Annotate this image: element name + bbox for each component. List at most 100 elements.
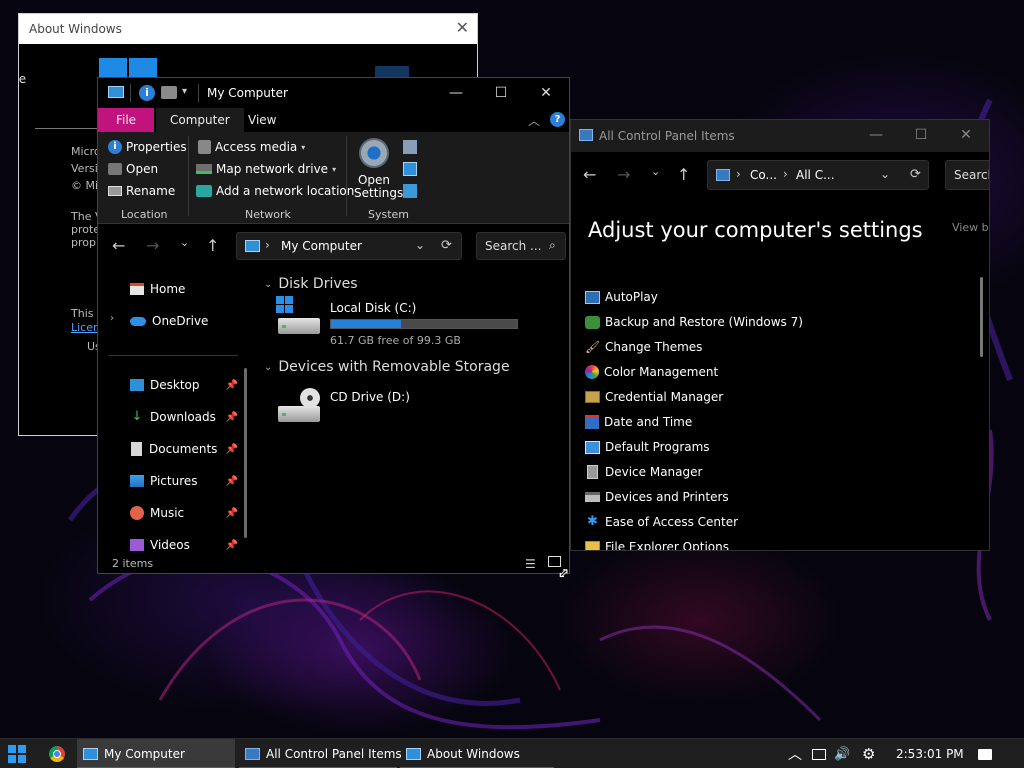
taskbar-control-panel[interactable]: All Control Panel Items	[239, 739, 402, 768]
tab-file[interactable]: File	[98, 108, 154, 132]
refresh-icon[interactable]: ⟳	[910, 167, 921, 182]
show-hidden-icons-button[interactable]: ︿	[788, 739, 802, 768]
cp-maximize-button[interactable]: ☐	[898, 120, 944, 150]
properties-button[interactable]: i Properties	[108, 140, 187, 154]
new-folder-icon[interactable]	[161, 86, 177, 99]
mc-minimize-button[interactable]: —	[433, 78, 479, 108]
pin-icon[interactable]: 📌	[226, 540, 238, 551]
open-button[interactable]: Open	[108, 162, 158, 176]
recent-locations-chevron-icon[interactable]: ⌄	[180, 236, 189, 249]
taskbar-about-windows[interactable]: About Windows	[400, 739, 554, 768]
rename-button[interactable]: Rename	[108, 184, 175, 198]
cp-item-devices-printers[interactable]: Devices and Printers	[585, 490, 729, 504]
cp-item-label: Backup and Restore (Windows 7)	[605, 315, 803, 329]
volume-tray-button[interactable]: 🔊	[834, 739, 850, 768]
taskbar-my-computer[interactable]: My Computer	[77, 739, 235, 768]
details-view-icon[interactable]: ☰	[525, 557, 536, 571]
sidebar-item-label: Home	[150, 282, 186, 296]
forward-arrow-icon[interactable]: →	[617, 165, 630, 184]
my-computer-window[interactable]: i ▾ My Computer — ☐ ✕ File Computer View…	[97, 77, 570, 574]
cp-titlebar[interactable]: All Control Panel Items — ☐ ✕	[571, 120, 989, 152]
mc-search-box[interactable]: Search ... ⌕	[476, 232, 566, 260]
pin-icon[interactable]: 📌	[226, 412, 238, 423]
cp-minimize-button[interactable]: —	[853, 120, 899, 150]
tab-view[interactable]: View	[234, 108, 290, 132]
add-network-location-button[interactable]: Add a network location	[196, 184, 354, 198]
chevron-down-icon[interactable]: ⌄	[880, 167, 890, 181]
manage-computer-icon[interactable]	[403, 184, 417, 198]
cp-item-file-explorer-options[interactable]: File Explorer Options	[585, 540, 729, 550]
mc-address-bar[interactable]: › My Computer ⌄ ⟳	[236, 232, 462, 260]
back-arrow-icon[interactable]: ←	[583, 165, 596, 184]
section-removable-storage[interactable]: ⌄ Devices with Removable Storage	[264, 359, 510, 375]
ribbon-collapse-chevron-icon[interactable]: ︿	[528, 112, 540, 129]
cp-scrollbar[interactable]	[980, 277, 983, 357]
properties-info-icon[interactable]: i	[139, 85, 155, 101]
cp-address-bar[interactable]: › Co... › All C... ⌄ ⟳	[707, 160, 929, 190]
notifications-button[interactable]	[978, 739, 992, 768]
tab-computer[interactable]: Computer	[156, 108, 244, 132]
clock[interactable]: 2:53:01 PM	[896, 739, 964, 768]
sidebar-item-home[interactable]: Home	[130, 282, 238, 296]
cp-item-themes[interactable]: 🖌 Change Themes	[585, 340, 702, 354]
sidebar-item-videos[interactable]: Videos 📌	[130, 538, 238, 552]
cp-item-color-management[interactable]: Color Management	[585, 365, 718, 379]
cp-search-box[interactable]: Search	[945, 160, 989, 190]
pin-icon[interactable]: 📌	[226, 476, 238, 487]
mc-sidebar: Home › OneDrive Desktop 📌 ↓ Downloads 📌 …	[98, 268, 248, 554]
access-media-button[interactable]: Access media ▾	[198, 140, 305, 154]
quick-access-dropdown-icon[interactable]: ▾	[182, 86, 187, 97]
map-network-drive-button[interactable]: Map network drive ▾	[196, 162, 336, 176]
programs-features-icon[interactable]	[403, 162, 417, 176]
back-arrow-icon[interactable]: ←	[112, 236, 125, 255]
breadcrumb-all-items[interactable]: All C...	[796, 168, 835, 182]
sidebar-item-music[interactable]: Music 📌	[130, 506, 238, 520]
large-icons-view-icon[interactable]	[548, 556, 561, 567]
mc-close-button[interactable]: ✕	[523, 78, 569, 108]
expand-chevron-icon[interactable]: ›	[110, 313, 114, 324]
open-settings-button[interactable]: Open Settings	[354, 136, 403, 204]
sidebar-scrollbar[interactable]	[244, 368, 247, 538]
refresh-icon[interactable]: ⟳	[441, 238, 452, 253]
system-properties-icon[interactable]	[403, 140, 417, 154]
cp-item-ease-of-access[interactable]: ✱ Ease of Access Center	[585, 514, 738, 530]
cp-item-backup[interactable]: Backup and Restore (Windows 7)	[585, 315, 803, 329]
start-button[interactable]	[8, 745, 26, 763]
chrome-icon[interactable]	[49, 746, 65, 762]
chevron-down-icon[interactable]: ⌄	[415, 238, 425, 252]
sidebar-item-downloads[interactable]: ↓ Downloads 📌	[130, 410, 238, 425]
forward-arrow-icon[interactable]: →	[146, 236, 159, 255]
sidebar-item-pictures[interactable]: Pictures 📌	[130, 474, 238, 488]
drive-local-disk-c[interactable]: Local Disk (C:) 61.7 GB free of 99.3 GB	[268, 296, 536, 348]
cp-item-credential-manager[interactable]: Credential Manager	[585, 390, 723, 404]
network-tray-button[interactable]	[812, 739, 826, 768]
cp-item-device-manager[interactable]: Device Manager	[585, 465, 702, 479]
mc-maximize-button[interactable]: ☐	[478, 78, 524, 108]
up-arrow-icon[interactable]: ↑	[677, 165, 690, 184]
cp-view-by[interactable]: View b	[952, 221, 989, 234]
section-disk-drives[interactable]: ⌄ Disk Drives	[264, 276, 358, 292]
cp-item-date-time[interactable]: Date and Time	[585, 415, 692, 429]
breadcrumb-my-computer[interactable]: My Computer	[281, 239, 362, 253]
help-icon[interactable]: ?	[550, 112, 565, 127]
mc-titlebar[interactable]: i ▾ My Computer — ☐ ✕	[98, 78, 569, 108]
up-arrow-icon[interactable]: ↑	[206, 236, 219, 255]
settings-tray-button[interactable]: ⚙	[862, 739, 875, 768]
about-close-button[interactable]: ✕	[456, 18, 469, 37]
license-terms-link[interactable]: Licen	[71, 321, 100, 334]
sidebar-item-onedrive[interactable]: OneDrive	[130, 314, 238, 328]
pin-icon[interactable]: 📌	[226, 380, 238, 391]
pin-icon[interactable]: 📌	[226, 444, 238, 455]
cp-close-button[interactable]: ✕	[943, 120, 989, 150]
control-panel-window[interactable]: All Control Panel Items — ☐ ✕ ← → ⌄ ↑ › …	[570, 119, 990, 551]
sidebar-item-documents[interactable]: Documents 📌	[130, 442, 238, 456]
breadcrumb-control-panel[interactable]: Co...	[750, 168, 777, 182]
recent-locations-chevron-icon[interactable]: ⌄	[651, 165, 660, 178]
accessibility-icon: ✱	[587, 514, 598, 529]
cp-item-default-programs[interactable]: Default Programs	[585, 440, 710, 454]
control-panel-icon	[579, 129, 593, 141]
cp-item-autoplay[interactable]: AutoPlay	[585, 290, 658, 304]
pin-icon[interactable]: 📌	[226, 508, 238, 519]
sidebar-item-desktop[interactable]: Desktop 📌	[130, 378, 238, 392]
drive-cd-d[interactable]: CD Drive (D:)	[268, 386, 468, 432]
